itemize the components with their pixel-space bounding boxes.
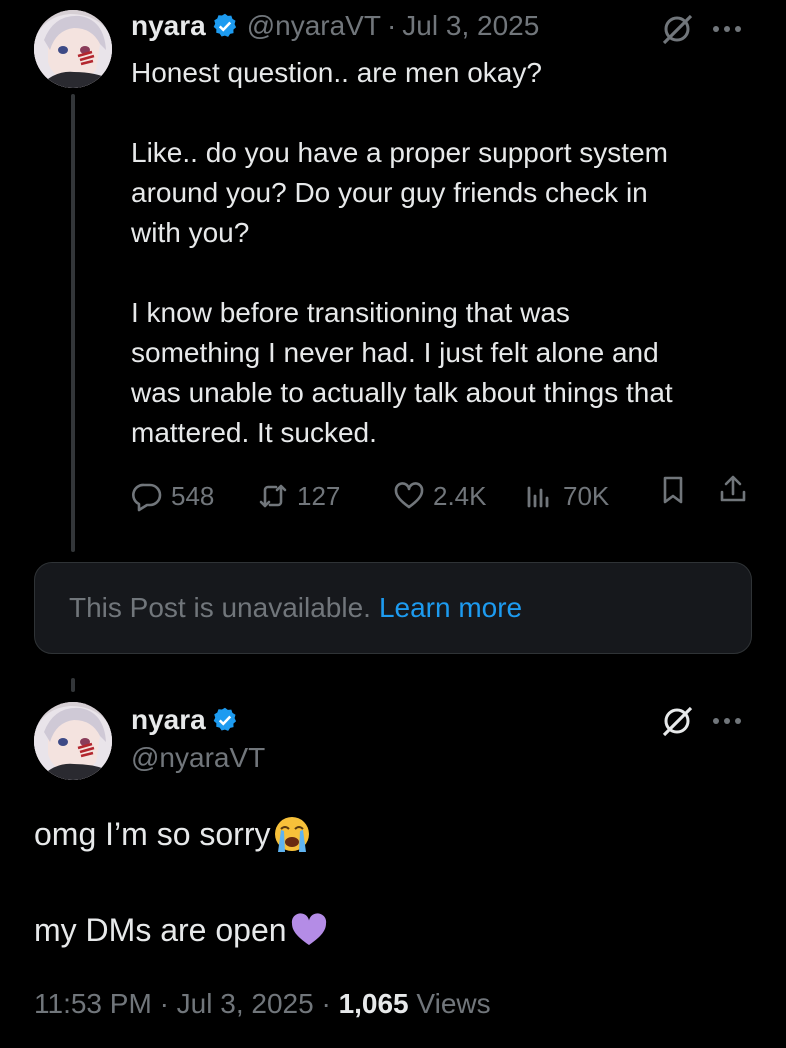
post-text-line: Honest question.. are men okay? <box>131 57 542 88</box>
reply-count: 548 <box>171 481 215 511</box>
grok-icon[interactable] <box>660 704 694 738</box>
reply-date[interactable]: Jul 3, 2025 <box>177 988 314 1019</box>
heart-icon <box>394 482 424 509</box>
author-name[interactable]: nyara <box>131 9 206 43</box>
reply-author-handle[interactable]: @nyaraVT <box>131 740 265 776</box>
bookmark-button[interactable] <box>657 474 689 506</box>
post-text-line: was unable to actually talk about things… <box>131 377 673 408</box>
separator-dot: · <box>159 988 169 1019</box>
author-avatar[interactable] <box>34 10 112 88</box>
author-handle[interactable]: @nyaraVT <box>247 9 381 43</box>
reply-top-icons <box>660 704 742 738</box>
unavailable-text: This Post is unavailable. <box>69 592 371 623</box>
repost-icon <box>259 484 287 508</box>
post-text-line: something I never had. I just felt alone… <box>131 337 659 368</box>
views-bar-chart-icon <box>527 486 549 508</box>
reply-button[interactable]: 548 <box>131 474 214 518</box>
more-dots-icon[interactable] <box>712 706 742 736</box>
reply-text-line: my DMs are open <box>34 908 329 952</box>
post-text-line: with you? <box>131 217 250 248</box>
bookmark-icon <box>663 476 683 504</box>
post-text-line: mattered. It sucked. <box>131 417 377 448</box>
unavailable-post-card: This Post is unavailable. Learn more <box>34 562 752 654</box>
post-text: Honest question.. are men okay? Like.. d… <box>131 53 771 453</box>
reply-views-label: Views <box>416 988 491 1019</box>
views-button[interactable]: 70K <box>523 474 609 518</box>
like-button[interactable]: 2.4K <box>393 474 487 518</box>
action-bar: 548 127 2.4K 70K <box>131 474 751 518</box>
reply-text-line2: my DMs are open <box>34 912 287 948</box>
learn-more-link[interactable]: Learn more <box>379 592 522 624</box>
reply-text-line1: omg I’m so sorry <box>34 816 271 852</box>
repost-count: 127 <box>297 481 341 511</box>
avatar-image <box>34 702 112 780</box>
thread-line <box>71 94 75 552</box>
more-dots-icon[interactable] <box>712 14 742 44</box>
post-date[interactable]: Jul 3, 2025 <box>402 9 539 43</box>
reply-timestamp[interactable]: 11:53 PM <box>34 988 152 1019</box>
reply-header: nyara <box>131 702 239 738</box>
like-count: 2.4K <box>433 481 487 511</box>
reply-text-line: omg I’m so sorry <box>34 812 312 856</box>
share-button[interactable] <box>717 474 749 506</box>
post-text-line: Like.. do you have a proper support syst… <box>131 137 668 168</box>
reply-views-count: 1,065 <box>338 988 409 1019</box>
page: nyara @nyaraVT · Jul 3, 2025 Honest ques… <box>0 0 786 1048</box>
post-top-icons <box>660 12 742 46</box>
reply-author-avatar[interactable] <box>34 702 112 780</box>
avatar-image <box>34 10 112 88</box>
loudly-crying-face-emoji <box>272 814 312 854</box>
share-icon <box>720 475 746 502</box>
verified-badge-icon <box>211 12 239 40</box>
post-text-line: I know before transitioning that was <box>131 297 570 328</box>
views-count: 70K <box>563 481 610 511</box>
reply-bubble-icon <box>132 483 162 512</box>
separator-dot: · <box>321 988 331 1019</box>
repost-button[interactable]: 127 <box>257 474 340 518</box>
purple-heart-emoji <box>289 910 329 950</box>
reply-meta: 11:53 PM · Jul 3, 2025 · 1,065 Views <box>34 984 491 1024</box>
post-header: nyara @nyaraVT · Jul 3, 2025 <box>131 9 539 43</box>
separator-dot: · <box>386 10 397 41</box>
grok-icon[interactable] <box>660 12 694 46</box>
verified-badge-icon <box>211 706 239 734</box>
reply-author-name[interactable]: nyara <box>131 702 206 738</box>
thread-line-connector <box>71 678 75 692</box>
post-text-line: around you? Do your guy friends check in <box>131 177 648 208</box>
